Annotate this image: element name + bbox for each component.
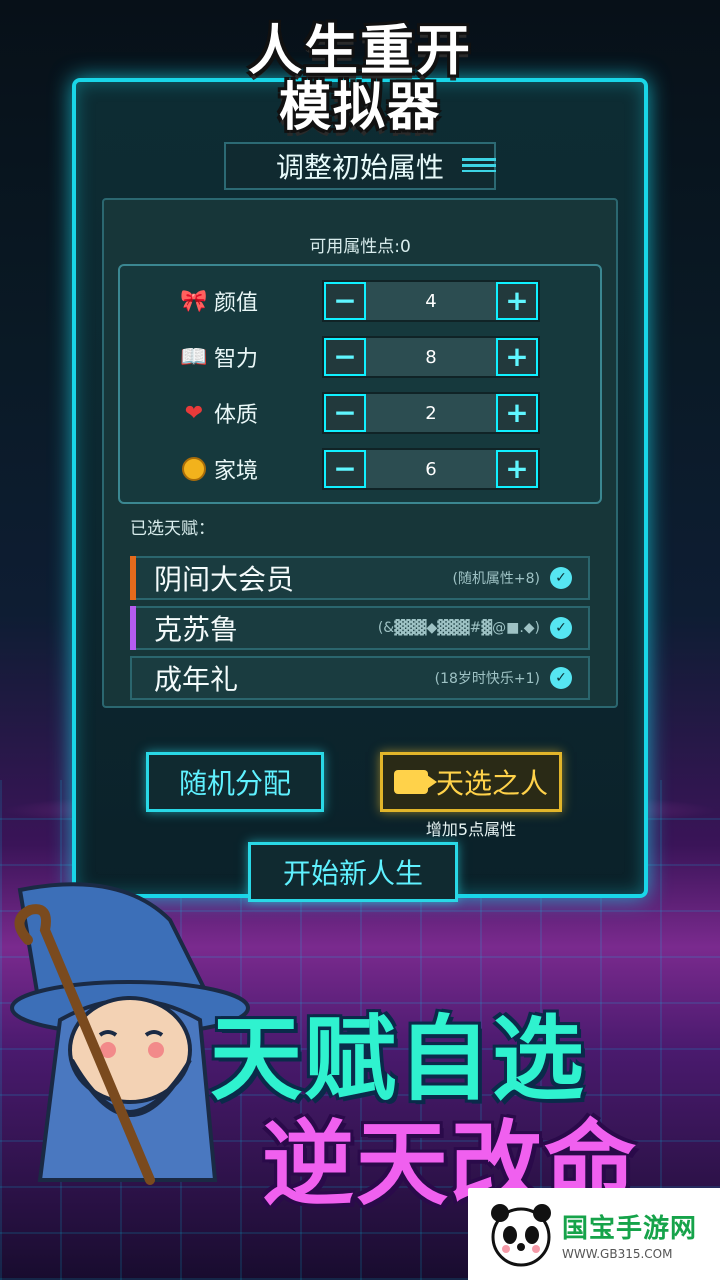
talent-rarity-bar <box>130 556 136 600</box>
talent-item[interactable]: 克苏鲁 (&▓▓▓◆▓▓▓#▓@■.◆) ✓ <box>130 606 590 650</box>
site-watermark: 国宝手游网 WWW.GB315.COM <box>468 1188 720 1280</box>
check-icon: ✓ <box>550 667 572 689</box>
chosen-one-label: 天选之人 <box>435 767 548 800</box>
talent-item[interactable]: 阴间大会员 (随机属性+8) ✓ <box>130 556 590 600</box>
stepper-constitution: − 2 + <box>322 392 540 434</box>
decrement-button[interactable]: − <box>324 338 366 376</box>
talent-desc: (&▓▓▓◆▓▓▓#▓@■.◆) <box>377 620 540 636</box>
header-deco-right-icon <box>462 158 496 172</box>
attribute-row-intelligence: 📖 智力 <box>180 336 324 378</box>
coin-icon <box>180 455 208 483</box>
available-points: 可用属性点:0 <box>309 237 411 257</box>
attribute-label: 智力 <box>214 347 259 372</box>
random-allocate-button[interactable]: 随机分配 <box>146 752 324 812</box>
decrement-button[interactable]: − <box>324 450 366 488</box>
stepper-looks: − 4 + <box>322 280 540 322</box>
book-icon: 📖 <box>180 344 208 370</box>
attribute-value: 6 <box>366 450 496 488</box>
attribute-value: 4 <box>366 282 496 320</box>
video-camera-icon <box>393 770 437 794</box>
increment-button[interactable]: + <box>496 338 538 376</box>
decrement-button[interactable]: − <box>324 282 366 320</box>
random-allocate-label: 随机分配 <box>178 767 291 800</box>
watermark-text: 国宝手游网 WWW.GB315.COM <box>562 1208 697 1261</box>
increment-button[interactable]: + <box>496 282 538 320</box>
app-title-line2: 模拟器 <box>278 78 441 138</box>
check-icon: ✓ <box>550 617 572 639</box>
talent-desc: (随机属性+8) <box>452 571 540 587</box>
talent-rarity-bar <box>130 606 136 650</box>
attribute-value: 8 <box>366 338 496 376</box>
attribute-label: 家境 <box>214 459 259 484</box>
attribute-value: 2 <box>366 394 496 432</box>
check-icon: ✓ <box>550 567 572 589</box>
app-title-line1: 人生重开 <box>248 19 472 82</box>
stepper-family: − 6 + <box>322 448 540 490</box>
talent-name: 成年礼 <box>154 663 239 696</box>
heart-icon: ❤ <box>184 400 204 426</box>
start-new-life-label: 开始新人生 <box>282 857 423 890</box>
selected-talents-label: 已选天赋： <box>130 519 215 539</box>
increment-button[interactable]: + <box>496 394 538 432</box>
attribute-row-looks: 🎀 颜值 <box>180 280 324 322</box>
attribute-row-constitution: ❤ 体质 <box>180 392 324 434</box>
talent-name: 阴间大会员 <box>154 563 295 596</box>
watermark-url: WWW.GB315.COM <box>562 1246 673 1261</box>
start-new-life-button[interactable]: 开始新人生 <box>248 842 458 902</box>
attribute-row-family: 家境 <box>180 448 324 490</box>
watermark-name: 国宝手游网 <box>562 1213 698 1244</box>
decrement-button[interactable]: − <box>324 394 366 432</box>
talent-name: 克苏鲁 <box>154 613 239 646</box>
attribute-label: 颜值 <box>214 291 259 316</box>
increment-button[interactable]: + <box>496 450 538 488</box>
page-title: 调整初始属性 <box>224 142 496 190</box>
stepper-intelligence: − 8 + <box>322 336 540 378</box>
talent-desc: (18岁时快乐+1) <box>434 671 540 687</box>
attribute-label: 体质 <box>214 403 259 428</box>
panda-logo-icon <box>491 1204 551 1267</box>
chosen-one-subtitle: 增加5点属性 <box>425 820 517 839</box>
app-title: 人生重开 模拟器 <box>0 19 720 138</box>
bow-icon: 🎀 <box>180 288 208 314</box>
talent-item[interactable]: 成年礼 (18岁时快乐+1) ✓ <box>130 656 590 700</box>
chosen-one-button[interactable]: 天选之人 <box>380 752 562 812</box>
